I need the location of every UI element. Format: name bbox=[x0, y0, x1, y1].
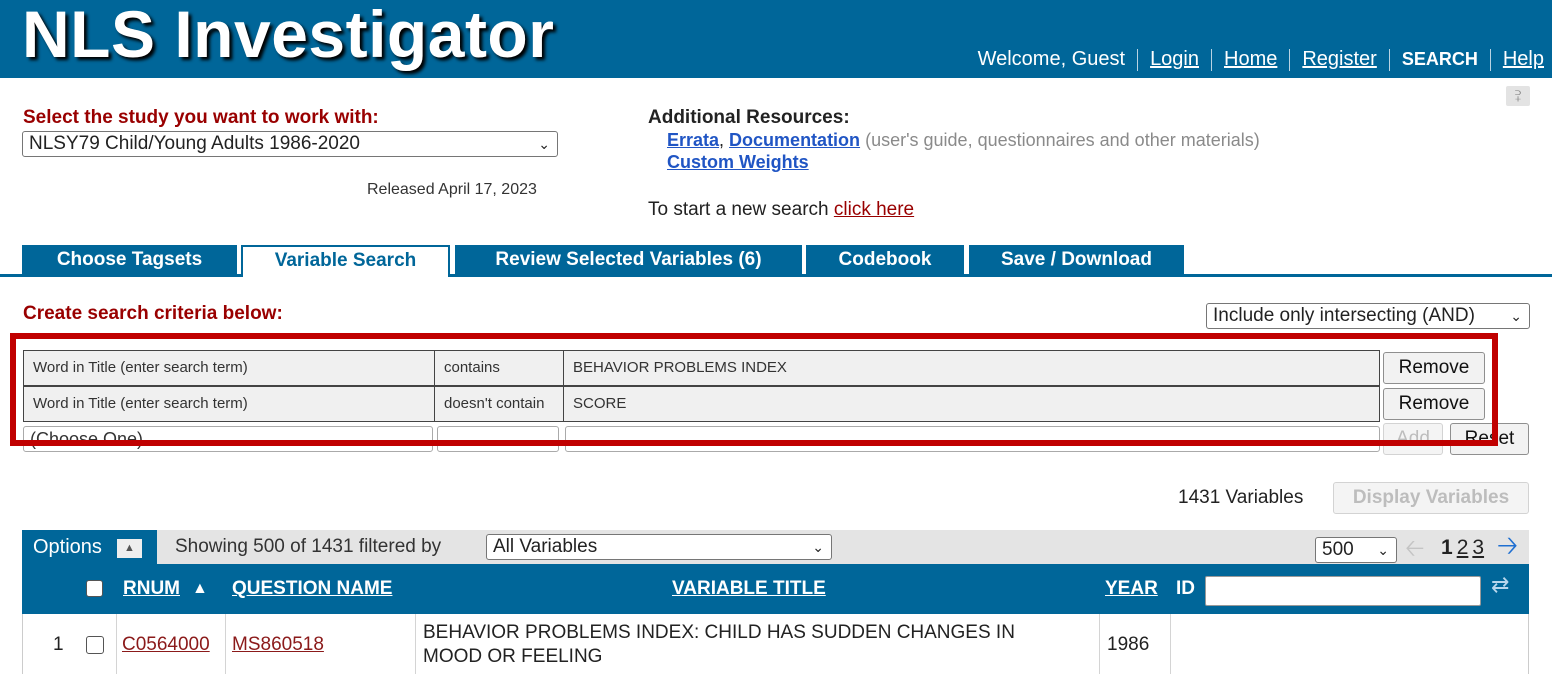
variable-count: 1431 Variables bbox=[1178, 487, 1304, 508]
collapse-up-icon[interactable]: ▲ bbox=[117, 539, 142, 558]
release-date: Released April 17, 2023 bbox=[367, 181, 537, 198]
nav-separator bbox=[1211, 48, 1212, 71]
header-bar: NLS Investigator Welcome, Guest Login Ho… bbox=[0, 0, 1552, 78]
app-title: NLS Investigator bbox=[22, 0, 555, 71]
column-divider bbox=[116, 614, 117, 674]
id-header: ID bbox=[1176, 578, 1195, 599]
documentation-note: (user's guide, questionnaires and other … bbox=[865, 130, 1260, 150]
tab-codebook[interactable]: Codebook bbox=[806, 245, 964, 275]
column-divider bbox=[1170, 614, 1171, 674]
criteria-field: Word in Title (enter search term) bbox=[23, 350, 435, 386]
tab-choose-tagsets[interactable]: Choose Tagsets bbox=[22, 245, 237, 275]
rnum-header[interactable]: RNUM bbox=[123, 578, 180, 600]
logic-select-value: Include only intersecting (AND) bbox=[1213, 305, 1475, 326]
help-link[interactable]: Help bbox=[1503, 48, 1544, 71]
new-criteria-operator-select[interactable]: ⌄ bbox=[437, 426, 559, 452]
remove-criteria-button[interactable]: Remove bbox=[1383, 352, 1485, 384]
study-select[interactable]: NLSY79 Child/Young Adults 1986-2020 ⌄ bbox=[22, 131, 558, 157]
variable-title-line: MOOD OR FEELING bbox=[423, 646, 603, 667]
resources-line: Errata, Documentation (user's guide, que… bbox=[667, 130, 1260, 151]
chevron-down-icon: ⌄ bbox=[1360, 431, 1372, 447]
new-search-text: To start a new search click here bbox=[648, 199, 914, 221]
display-variables-button[interactable]: Display Variables bbox=[1333, 482, 1529, 514]
chevron-down-icon: ⌄ bbox=[538, 136, 550, 152]
page-1[interactable]: 1 bbox=[1441, 536, 1453, 559]
criteria-field: Word in Title (enter search term) bbox=[23, 386, 435, 422]
custom-weights-link[interactable]: Custom Weights bbox=[667, 152, 809, 172]
chevron-down-icon: ⌄ bbox=[413, 431, 425, 447]
chevron-down-icon: ⌄ bbox=[539, 431, 551, 447]
filter-select-value: All Variables bbox=[493, 536, 598, 557]
showing-text: Showing 500 of 1431 filtered by bbox=[175, 536, 442, 557]
row-checkbox[interactable] bbox=[86, 636, 104, 654]
chevron-down-icon: ⌄ bbox=[1510, 308, 1522, 324]
resources-title: Additional Resources: bbox=[648, 107, 850, 128]
page-size-value: 500 bbox=[1322, 539, 1354, 560]
chevron-down-icon: ⌄ bbox=[812, 539, 824, 555]
add-criteria-button[interactable]: Add bbox=[1383, 423, 1443, 455]
row-year: 1986 bbox=[1107, 634, 1150, 655]
column-divider bbox=[415, 614, 416, 674]
pagination: 123 bbox=[1441, 536, 1484, 560]
select-all-checkbox[interactable] bbox=[86, 580, 103, 597]
tab-review-selected-variables[interactable]: Review Selected Variables (6) bbox=[455, 245, 802, 275]
table-row: 1 C0564000 MS860518 BEHAVIOR PROBLEMS IN… bbox=[22, 614, 1529, 674]
question-name-link[interactable]: MS860518 bbox=[232, 634, 324, 656]
tab-variable-search[interactable]: Variable Search bbox=[241, 245, 450, 277]
year-header[interactable]: YEAR bbox=[1105, 578, 1158, 600]
resources-line: Custom Weights bbox=[667, 152, 809, 173]
register-link[interactable]: Register bbox=[1302, 48, 1376, 71]
criteria-operator: contains bbox=[434, 350, 564, 386]
id-filter-input[interactable] bbox=[1205, 576, 1481, 606]
rnum-link[interactable]: C0564000 bbox=[122, 634, 210, 656]
criteria-label: Create search criteria below: bbox=[23, 303, 283, 324]
top-nav: Welcome, Guest Login Home Register SEARC… bbox=[978, 48, 1544, 71]
field-select-placeholder: (Choose One) bbox=[30, 429, 144, 449]
collapse-icon[interactable]: ⫀ bbox=[1506, 86, 1530, 106]
nav-separator bbox=[1289, 48, 1291, 71]
documentation-link[interactable]: Documentation bbox=[729, 130, 860, 150]
search-nav-current[interactable]: SEARCH bbox=[1402, 49, 1478, 70]
remove-criteria-button[interactable]: Remove bbox=[1383, 388, 1485, 420]
page-size-select[interactable]: 500 ⌄ bbox=[1315, 537, 1397, 563]
question-name-header[interactable]: QUESTION NAME bbox=[232, 578, 392, 600]
variable-title-line: BEHAVIOR PROBLEMS INDEX: CHILD HAS SUDDE… bbox=[423, 622, 1015, 643]
column-divider bbox=[225, 614, 226, 674]
table-header: RNUM ▲ QUESTION NAME VARIABLE TITLE YEAR… bbox=[22, 564, 1529, 614]
criteria-operator: doesn't contain bbox=[434, 386, 564, 422]
study-select-value: NLSY79 Child/Young Adults 1986-2020 bbox=[29, 133, 360, 154]
home-link[interactable]: Home bbox=[1224, 48, 1277, 71]
reset-button[interactable]: Reset bbox=[1450, 423, 1529, 455]
nav-separator bbox=[1388, 48, 1390, 71]
new-search-prefix: To start a new search bbox=[648, 199, 829, 220]
chevron-down-icon: ⌄ bbox=[1377, 542, 1389, 558]
study-label: Select the study you want to work with: bbox=[23, 107, 379, 128]
page-2[interactable]: 2 bbox=[1457, 536, 1469, 559]
criteria-value: BEHAVIOR PROBLEMS INDEX bbox=[563, 350, 1380, 386]
new-criteria-value-select[interactable]: ⌄ bbox=[565, 426, 1380, 452]
logic-select[interactable]: Include only intersecting (AND) ⌄ bbox=[1206, 303, 1530, 329]
variable-title-header[interactable]: VARIABLE TITLE bbox=[672, 578, 826, 600]
row-index: 1 bbox=[53, 634, 64, 655]
swap-icon[interactable]: ⇄ bbox=[1491, 572, 1509, 598]
welcome-text: Welcome, Guest bbox=[977, 48, 1126, 70]
nav-separator bbox=[1489, 48, 1491, 71]
new-search-link[interactable]: click here bbox=[834, 199, 914, 220]
new-criteria-field-select[interactable]: (Choose One) ⌄ bbox=[23, 426, 433, 452]
tab-save-download[interactable]: Save / Download bbox=[969, 245, 1184, 275]
column-divider bbox=[1099, 614, 1100, 674]
sort-asc-icon[interactable]: ▲ bbox=[192, 580, 208, 598]
comma: , bbox=[719, 130, 730, 150]
filter-select[interactable]: All Variables ⌄ bbox=[486, 534, 832, 560]
errata-link[interactable]: Errata bbox=[667, 130, 719, 150]
login-link[interactable]: Login bbox=[1150, 48, 1199, 71]
page-3[interactable]: 3 bbox=[1472, 536, 1484, 559]
criteria-value: SCORE bbox=[563, 386, 1380, 422]
nav-separator bbox=[1137, 48, 1139, 71]
